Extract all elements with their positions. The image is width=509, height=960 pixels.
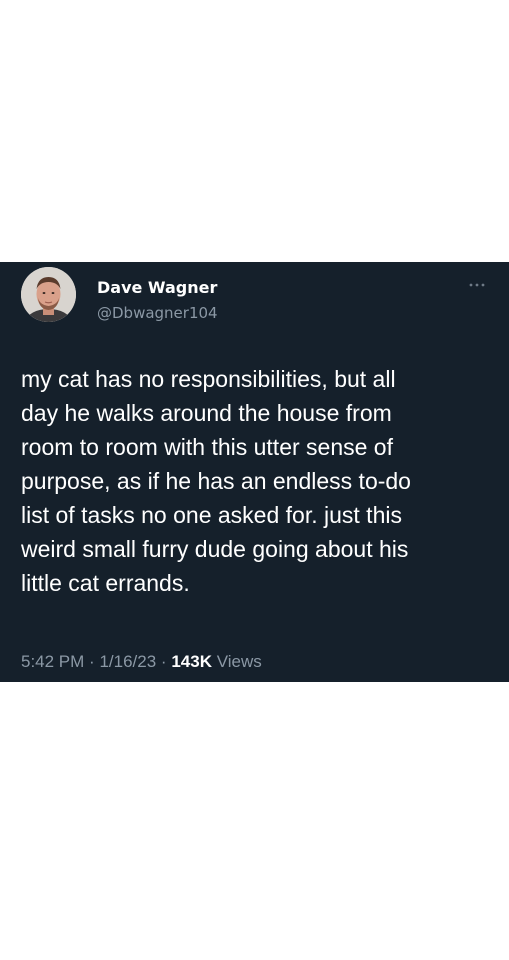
avatar-photo: [21, 267, 76, 322]
avatar[interactable]: [21, 267, 76, 322]
views-label: Views: [216, 652, 262, 671]
author-name[interactable]: Dave Wagner: [97, 278, 217, 297]
tweet-date[interactable]: 1/16/23: [99, 652, 156, 671]
author-handle[interactable]: @Dbwagner104: [97, 304, 218, 322]
tweet-metadata: 5:42 PM · 1/16/23 · 143K Views: [21, 652, 262, 672]
meta-separator: ·: [89, 652, 95, 671]
more-horizontal-icon: [469, 283, 485, 287]
tweet-time[interactable]: 5:42 PM: [21, 652, 84, 671]
meta-separator: ·: [160, 652, 167, 671]
views-count[interactable]: 143K: [171, 652, 212, 671]
tweet-text: my cat has no responsibilities, but all …: [21, 366, 411, 596]
more-options-button[interactable]: [465, 278, 489, 292]
tweet-card: Dave Wagner @Dbwagner104 my cat has no r…: [0, 262, 509, 682]
